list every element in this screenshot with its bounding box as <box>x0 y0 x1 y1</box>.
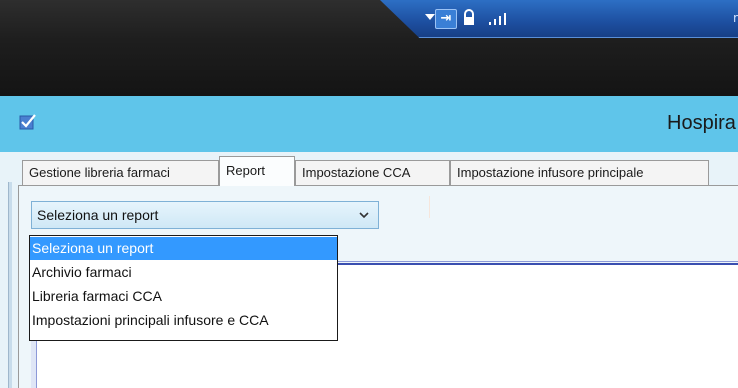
dropdown-option-impostazioni-principali[interactable]: Impostazioni principali infusore e CCA <box>30 308 337 332</box>
tab-gestione-libreria-farmaci[interactable]: Gestione libreria farmaci <box>22 160 219 185</box>
report-select-value: Seleziona un report <box>37 207 159 223</box>
tab-report[interactable]: Report <box>219 156 295 186</box>
report-select-dropdown: Seleziona un report Archivio farmaci Lib… <box>29 235 338 341</box>
signal-icon[interactable] <box>487 9 511 27</box>
remote-session-chrome: ⇥ r <box>0 0 738 96</box>
app-logo-icon <box>19 113 37 131</box>
dropdown-option-seleziona-report[interactable]: Seleziona un report <box>30 237 337 260</box>
remote-bar-text: r <box>733 11 738 25</box>
dropdown-option-archivio-farmaci[interactable]: Archivio farmaci <box>30 260 337 284</box>
left-border-strip <box>8 182 12 388</box>
tab-impostazione-infusore-principale[interactable]: Impostazione infusore principale <box>450 160 709 185</box>
report-select[interactable]: Seleziona un report <box>31 201 379 229</box>
divider <box>429 196 430 218</box>
tab-impostazione-cca[interactable]: Impostazione CCA <box>295 160 450 185</box>
dropdown-option-libreria-farmaci-cca[interactable]: Libreria farmaci CCA <box>30 284 337 308</box>
app-title-bar: Hospira <box>0 96 738 152</box>
pin-icon[interactable]: ⇥ <box>435 9 457 29</box>
chevron-down-icon[interactable] <box>359 202 369 237</box>
app-title: Hospira <box>667 112 736 134</box>
lock-icon[interactable] <box>462 9 476 27</box>
